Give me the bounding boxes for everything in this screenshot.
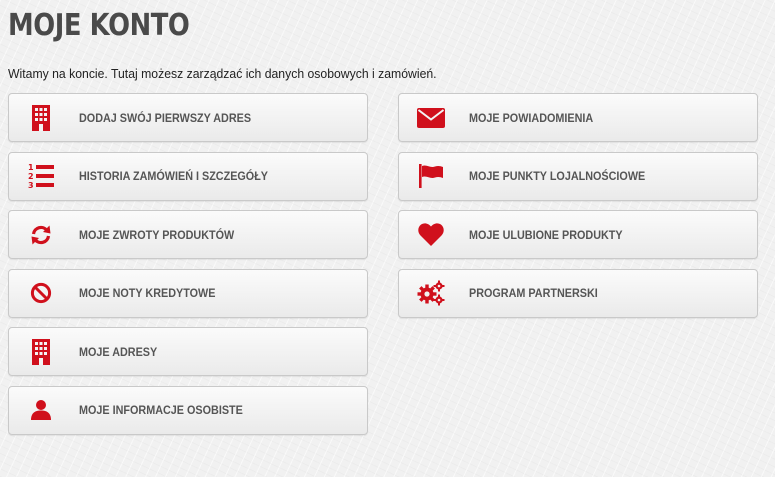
add-first-address-label: DODAJ SWÓJ PIERWSZY ADRES xyxy=(79,110,252,125)
loyalty-points-button[interactable]: MOJE PUNKTY LOJALNOŚCIOWE xyxy=(398,151,758,201)
partner-program-button[interactable]: PROGRAM PARTNERSKI xyxy=(398,268,758,318)
credit-notes-button[interactable]: MOJE NOTY KREDYTOWE xyxy=(8,268,368,318)
heart-icon xyxy=(407,222,455,247)
add-first-address-button[interactable]: DODAJ SWÓJ PIERWSZY ADRES xyxy=(8,93,368,142)
partner-program-label: PROGRAM PARTNERSKI xyxy=(469,286,598,300)
loyalty-points-label: MOJE PUNKTY LOJALNOŚCIOWE xyxy=(469,169,646,183)
notifications-label: MOJE POWIADOMIENIA xyxy=(469,110,594,125)
account-links-right: MOJE POWIADOMIENIA MOJE PUNKTY LOJALNOŚC… xyxy=(398,93,758,327)
credit-notes-label: MOJE NOTY KREDYTOWE xyxy=(79,286,216,300)
order-history-button[interactable]: 1 2 3 HISTORIA ZAMÓWIEŃ I SZCZEGÓŁY xyxy=(8,151,368,201)
envelope-icon xyxy=(407,107,455,128)
svg-text:3: 3 xyxy=(28,181,34,189)
order-history-label: HISTORIA ZAMÓWIEŃ I SZCZEGÓŁY xyxy=(79,169,268,183)
product-returns-button[interactable]: MOJE ZWROTY PRODUKTÓW xyxy=(8,210,368,259)
svg-text:2: 2 xyxy=(28,172,34,181)
refresh-icon xyxy=(17,224,65,246)
flag-icon xyxy=(407,164,455,188)
gears-icon xyxy=(407,280,455,306)
product-returns-label: MOJE ZWROTY PRODUKTÓW xyxy=(79,227,235,242)
intro-text: Witamy na koncie. Tutaj możesz zarządzać… xyxy=(8,66,437,81)
favorite-products-label: MOJE ULUBIONE PRODUKTY xyxy=(469,227,623,242)
my-addresses-label: MOJE ADRESY xyxy=(79,344,158,359)
svg-text:1: 1 xyxy=(28,163,34,172)
personal-info-label: MOJE INFORMACJE OSOBISTE xyxy=(79,403,243,417)
my-addresses-button[interactable]: MOJE ADRESY xyxy=(8,327,368,376)
user-icon xyxy=(17,399,65,421)
ordered-list-icon: 1 2 3 xyxy=(17,163,65,189)
notifications-button[interactable]: MOJE POWIADOMIENIA xyxy=(398,93,758,142)
ban-icon xyxy=(17,282,65,304)
building-icon xyxy=(17,104,65,131)
favorite-products-button[interactable]: MOJE ULUBIONE PRODUKTY xyxy=(398,210,758,259)
personal-info-button[interactable]: MOJE INFORMACJE OSOBISTE xyxy=(8,385,368,435)
building-icon xyxy=(17,338,65,365)
account-links-left: DODAJ SWÓJ PIERWSZY ADRES 1 2 3 HISTORIA… xyxy=(8,93,368,444)
page-title: MOJE KONTO xyxy=(8,8,190,43)
